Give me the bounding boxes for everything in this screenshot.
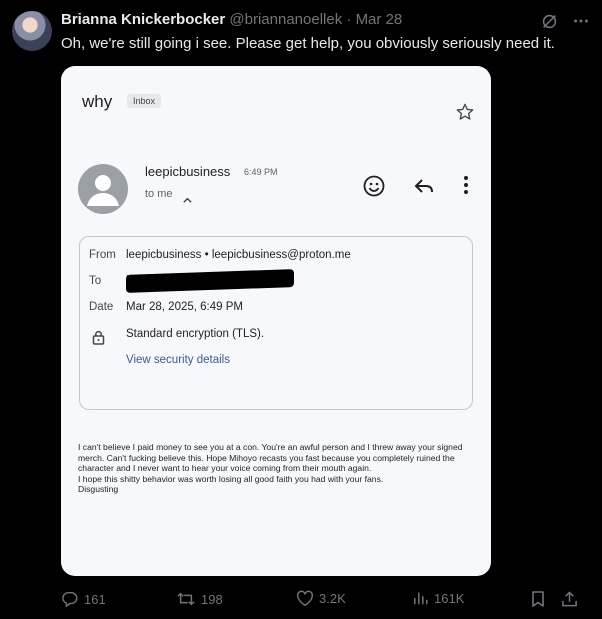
views-button[interactable]: 161K	[413, 590, 464, 606]
share-button[interactable]	[561, 590, 578, 608]
chevron-up-icon	[182, 191, 193, 209]
sender-time: 6:49 PM	[244, 167, 278, 177]
like-count: 3.2K	[319, 591, 346, 606]
bookmark-icon	[530, 590, 546, 608]
redaction-mark	[126, 269, 294, 293]
security-details-link: View security details	[126, 354, 230, 366]
reply-button[interactable]: 161	[61, 590, 106, 608]
date-label: Date	[89, 301, 114, 313]
author-avatar[interactable]	[12, 11, 52, 51]
lock-icon	[92, 330, 105, 350]
meta-separator: ·	[346, 11, 352, 28]
from-label: From	[89, 249, 116, 261]
star-icon	[455, 102, 475, 127]
view-count: 161K	[434, 590, 465, 606]
author-handle[interactable]: @briannanoellek	[229, 11, 342, 28]
email-subject: why	[82, 92, 113, 111]
reply-count: 161	[84, 591, 106, 607]
sender-name: leepicbusiness	[145, 164, 231, 179]
repost-icon	[176, 590, 196, 608]
like-button[interactable]: 3.2K	[296, 590, 346, 607]
post-text: Oh, we're still going i see. Please get …	[61, 35, 555, 52]
repost-button[interactable]: 198	[176, 590, 223, 608]
post-date[interactable]: Mar 28	[356, 11, 403, 28]
analytics-icon	[413, 590, 429, 606]
encryption-value: Standard encryption (TLS).	[126, 328, 265, 340]
post-header-actions	[541, 12, 590, 30]
heart-icon	[296, 590, 314, 607]
more-options-icon[interactable]	[572, 12, 590, 30]
email-body-paragraph: Disgusting	[78, 484, 119, 495]
recipient-summary: to me	[145, 188, 173, 200]
more-vert-icon	[463, 175, 469, 200]
sender-avatar	[78, 164, 128, 214]
emoji-icon	[362, 174, 386, 203]
email-body: I can't believe I paid money to see you …	[78, 442, 480, 495]
from-value: leepicbusiness • leepicbusiness@proton.m…	[126, 249, 351, 261]
reply-icon	[413, 177, 435, 200]
repost-count: 198	[201, 591, 223, 607]
email-body-paragraph: I hope this shitty behavior was worth lo…	[78, 473, 384, 484]
author-display-name[interactable]: Brianna Knickerbocker	[61, 11, 225, 28]
share-icon	[561, 590, 578, 608]
grok-icon[interactable]	[541, 13, 558, 30]
attached-image[interactable]: why Inbox leepicbusiness 6:49 PM to me F…	[61, 66, 491, 576]
inbox-label: Inbox	[127, 94, 162, 108]
email-body-paragraph: I can't believe I paid money to see you …	[78, 442, 463, 474]
reply-icon	[61, 590, 79, 608]
email-details-panel: From leepicbusiness • leepicbusiness@pro…	[79, 236, 473, 410]
date-value: Mar 28, 2025, 6:49 PM	[126, 301, 243, 313]
to-label: To	[89, 275, 102, 287]
post-action-bar: 161 198 3.2K 161K	[61, 590, 581, 610]
bookmark-button[interactable]	[530, 590, 546, 608]
post-header: Brianna Knickerbocker @briannanoellek · …	[61, 11, 402, 28]
